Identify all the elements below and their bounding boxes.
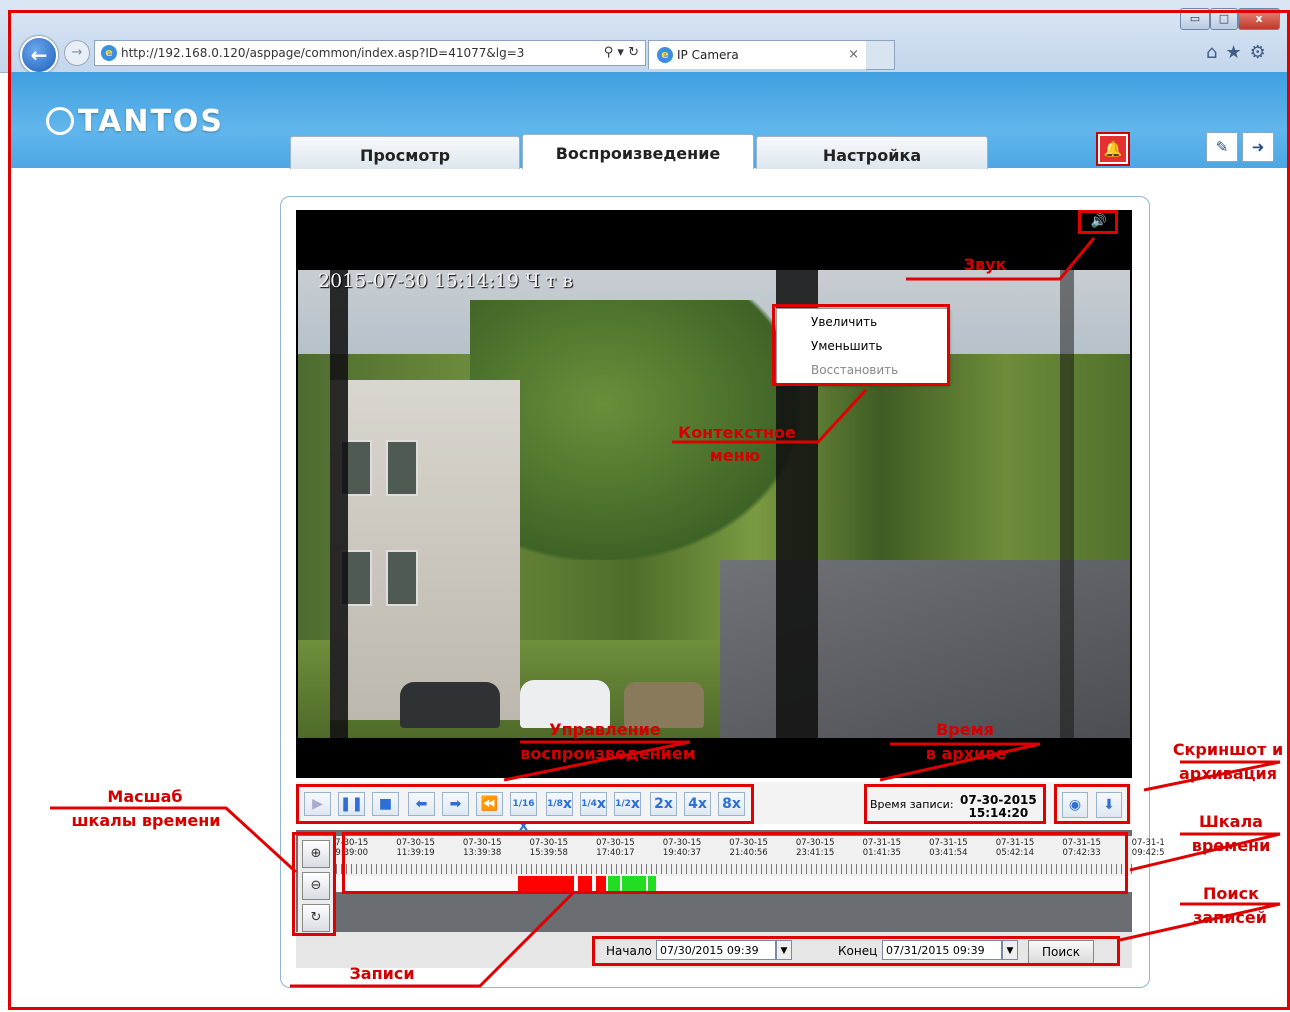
annotation-timeline-2: времени — [1191, 836, 1271, 855]
annotation-playback-2: воспроизведением — [520, 744, 696, 763]
annotation-playback-1: Управление — [549, 720, 661, 739]
annotation-archive-time-2: в архиве — [925, 744, 1007, 763]
annotation-screenshot-1: Скриншот и — [1172, 740, 1284, 759]
annotation-screenshot-2: архивация — [1178, 764, 1278, 783]
annotation-scale-1: Масшаб — [107, 787, 183, 806]
annotation-search-2: записей — [1193, 908, 1267, 927]
annotation-lines — [50, 237, 1281, 988]
annotation-records: Записи — [349, 964, 415, 983]
annotation-archive-time-1: Время — [936, 720, 994, 739]
annotation-sound: Звук — [963, 255, 1007, 274]
annotation-timeline-1: Шкала — [1199, 812, 1263, 831]
annotation-context-menu-2: меню — [709, 446, 761, 465]
annotation-context-menu-1: Контекстное — [678, 423, 796, 442]
annotation-search-1: Поиск — [1203, 884, 1259, 903]
annotation-scale-2: шкалы времени — [71, 811, 221, 830]
